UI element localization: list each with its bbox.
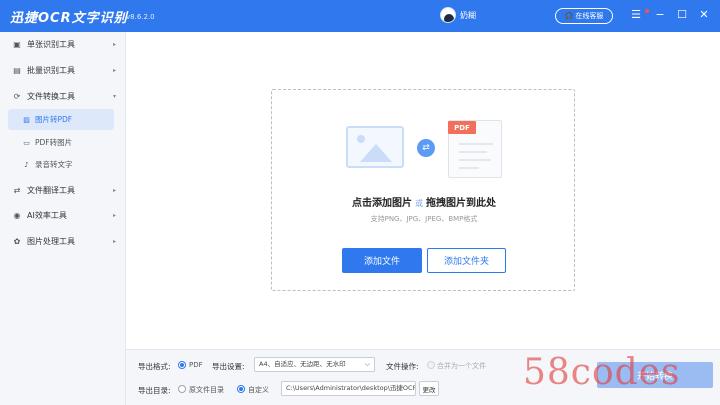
merge-file-text[interactable]: 合并为一个文件 (437, 361, 486, 371)
audio-to-text-icon: ♪ (24, 160, 29, 169)
custom-dir-radio[interactable] (237, 385, 245, 393)
text-line (459, 159, 491, 161)
sidebar-sub-image-to-pdf[interactable]: ▨ 图片转PDF (8, 109, 114, 130)
text-line (459, 167, 479, 169)
chevron-right-icon: ▸ (112, 237, 116, 245)
chevron-right-icon: ▸ (112, 66, 116, 74)
text-line (459, 143, 493, 145)
mountain-shape (360, 144, 392, 162)
sidebar-sub-label: 图片转PDF (35, 115, 73, 124)
file-drop-zone[interactable]: ⇄ PDF 点击添加图片或拖拽图片到此处 支持PNG、JPG、JPEG、BMP格… (271, 89, 575, 291)
supported-formats: 支持PNG、JPG、JPEG、BMP格式 (370, 215, 478, 223)
custom-dir-text[interactable]: 自定义 (248, 385, 269, 395)
convert-arrow-icon: ⇄ (417, 139, 435, 157)
maximize-button[interactable]: ☐ (675, 9, 689, 21)
add-file-button[interactable]: 添加文件 (342, 248, 422, 273)
sidebar: ▣ 单张识别工具 ▸ ▤ 批量识别工具 ▸ ⟳ 文件转换工具 ▾ ▨ 图片转PD… (0, 32, 126, 405)
headset-icon: 🎧 (564, 12, 574, 20)
drop-title-or: 或 (415, 199, 423, 208)
chevron-down-icon: ▾ (112, 92, 116, 100)
sidebar-item-label: 单张识别工具 (27, 39, 75, 49)
sidebar-item-file-translate[interactable]: ⇄ 文件翻译工具 ▸ (0, 178, 126, 202)
sidebar-sub-audio-to-text[interactable]: ♪ 录音转文字 (8, 154, 114, 175)
export-settings-label: 导出设置: (212, 362, 245, 371)
user-account[interactable]: 奶糊 (440, 7, 476, 23)
drop-title-part1: 点击添加图片 (352, 198, 412, 209)
image-process-icon: ✿ (13, 236, 21, 246)
chevron-down-icon: ⌵ (364, 360, 370, 368)
export-dir-label: 导出目录: (138, 386, 171, 395)
pdf-to-image-icon: ▭ (23, 138, 30, 147)
title-bar: 迅捷OCR文字识别 v8.6.2.0 奶糊 🎧 在线客服 ☰ − ☐ ✕ (0, 0, 720, 32)
sidebar-item-label: 图片处理工具 (27, 236, 75, 246)
single-image-icon: ▣ (13, 39, 21, 49)
sidebar-item-single-recognition[interactable]: ▣ 单张识别工具 ▸ (0, 32, 126, 56)
change-path-button[interactable]: 更改 (419, 381, 439, 396)
sidebar-item-label: 文件转换工具 (27, 91, 75, 101)
online-service-button[interactable]: 🎧 在线客服 (555, 8, 613, 24)
sidebar-item-image-process[interactable]: ✿ 图片处理工具 ▸ (0, 229, 126, 253)
export-settings-value: A4、自适应、无边距、无水印 (259, 360, 346, 368)
sidebar-sub-label: 录音转文字 (35, 160, 73, 169)
format-pdf-radio[interactable] (178, 361, 186, 369)
sidebar-item-file-convert[interactable]: ⟳ 文件转换工具 ▾ (0, 84, 126, 108)
sidebar-sub-pdf-to-image[interactable]: ▭ PDF转图片 (8, 132, 114, 153)
export-settings-select[interactable]: A4、自适应、无边距、无水印 ⌵ (254, 357, 375, 372)
sidebar-item-ai-tools[interactable]: ◉ AI效率工具 ▸ (0, 203, 126, 227)
drop-title: 点击添加图片或拖拽图片到此处 (272, 194, 576, 209)
merge-file-radio[interactable] (427, 361, 435, 369)
image-illustration-icon (346, 126, 404, 168)
hamburger-menu-icon[interactable]: ☰ (629, 9, 643, 21)
sidebar-sub-label: PDF转图片 (35, 138, 73, 147)
app-title: 迅捷OCR文字识别 (10, 11, 128, 26)
file-convert-icon: ⟳ (13, 91, 21, 101)
export-format-label: 导出格式: (138, 362, 171, 371)
app-version: v8.6.2.0 (126, 13, 155, 21)
pdf-tag: PDF (448, 121, 476, 134)
batch-icon: ▤ (13, 65, 21, 75)
text-line (459, 151, 487, 153)
sidebar-item-label: 文件翻译工具 (27, 185, 75, 195)
online-service-label: 在线客服 (575, 12, 604, 20)
chevron-right-icon: ▸ (112, 186, 116, 194)
chevron-right-icon: ▸ (112, 211, 116, 219)
original-dir-radio[interactable] (178, 385, 186, 393)
username[interactable]: 奶糊 (460, 10, 476, 21)
translate-icon: ⇄ (13, 185, 21, 195)
sun-shape (357, 135, 365, 143)
file-operation-label: 文件操作: (386, 362, 419, 371)
chevron-right-icon: ▸ (112, 40, 116, 48)
original-dir-text[interactable]: 原文件目录 (189, 385, 224, 395)
minimize-button[interactable]: − (653, 9, 667, 21)
watermark: 58codes (523, 352, 681, 393)
notification-dot (645, 9, 649, 13)
sidebar-item-label: AI效率工具 (27, 210, 67, 220)
close-button[interactable]: ✕ (697, 9, 711, 21)
sidebar-item-label: 批量识别工具 (27, 65, 75, 75)
image-to-pdf-icon: ▨ (23, 115, 30, 124)
sidebar-item-batch-recognition[interactable]: ▤ 批量识别工具 ▸ (0, 58, 126, 82)
ai-icon: ◉ (13, 210, 21, 220)
avatar[interactable] (440, 7, 456, 23)
export-path-input[interactable]: C:\Users\Administrator\desktop\迅捷OCR文 (281, 381, 416, 396)
format-pdf-text[interactable]: PDF (189, 361, 203, 369)
add-folder-button[interactable]: 添加文件夹 (427, 248, 506, 273)
drop-title-part2: 拖拽图片到此处 (426, 198, 496, 209)
